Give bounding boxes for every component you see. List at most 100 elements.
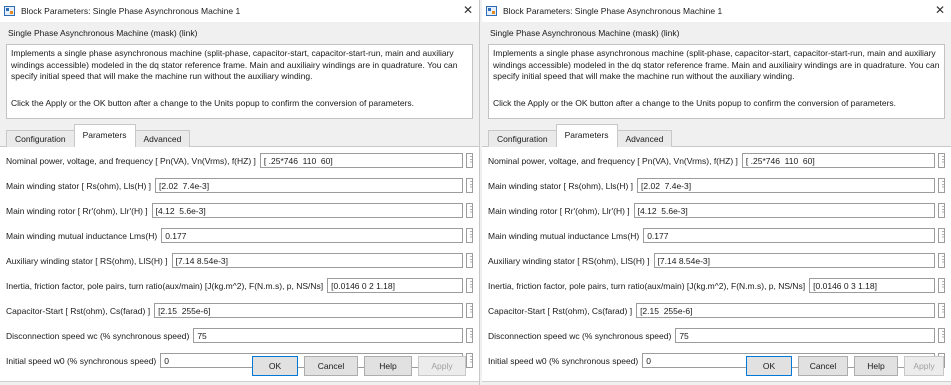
button-bar: OK Cancel Help Apply — [252, 356, 472, 376]
param-label: Inertia, friction factor, pole pairs, tu… — [6, 280, 324, 291]
window-title: Block Parameters: Single Phase Asynchron… — [21, 6, 241, 16]
more-options-icon[interactable]: ⋮ — [938, 278, 947, 293]
more-options-icon[interactable]: ⋮ — [466, 303, 475, 318]
more-options-icon[interactable]: ⋮ — [466, 178, 475, 193]
param-label: Capacitor-Start [ Rst(ohm), Cs(farad) ] — [488, 305, 633, 316]
units-note: Click the Apply or the OK button after a… — [11, 98, 415, 108]
more-options-icon[interactable]: ⋮ — [938, 328, 947, 343]
param-label: Main winding stator [ Rs(ohm), Lls(H) ] — [6, 180, 152, 191]
more-options-icon[interactable]: ⋮ — [938, 153, 947, 168]
mask-name: Single Phase Asynchronous Machine (mask)… — [8, 28, 198, 38]
simulink-block-icon — [4, 6, 15, 16]
param-row-nominal: Nominal power, voltage, and frequency [ … — [6, 152, 475, 169]
more-options-icon[interactable]: ⋮ — [466, 228, 475, 243]
capacitor-start-field[interactable] — [636, 303, 935, 318]
apply-button[interactable]: Apply — [904, 356, 944, 376]
param-label: Auxiliary winding stator [ RS(ohm), LlS(… — [488, 255, 650, 266]
param-label: Capacitor-Start [ Rst(ohm), Cs(farad) ] — [6, 305, 151, 316]
description-box: Implements a single phase asynchronous m… — [488, 44, 945, 119]
window-title: Block Parameters: Single Phase Asynchron… — [503, 6, 723, 16]
param-label: Nominal power, voltage, and frequency [ … — [6, 155, 256, 166]
main-stator-field[interactable] — [155, 178, 463, 193]
tab-parameters[interactable]: Parameters — [73, 124, 136, 147]
param-row-disconnection-speed: Disconnection speed wc (% synchronous sp… — [488, 327, 947, 344]
param-row-aux-stator: Auxiliary winding stator [ RS(ohm), LlS(… — [6, 252, 475, 269]
main-rotor-field[interactable] — [633, 203, 935, 218]
inertia-field[interactable] — [327, 278, 463, 293]
param-label: Main winding stator [ Rs(ohm), Lls(H) ] — [488, 180, 634, 191]
inertia-field[interactable] — [809, 278, 935, 293]
nominal-values-field[interactable] — [741, 153, 935, 168]
tab-bar: Configuration Parameters Advanced — [482, 124, 951, 147]
cancel-button[interactable]: Cancel — [798, 356, 848, 376]
block-parameters-dialog-2: Block Parameters: Single Phase Asynchron… — [482, 0, 951, 385]
param-row-capacitor-start: Capacitor-Start [ Rst(ohm), Cs(farad) ] … — [488, 302, 947, 319]
tab-configuration[interactable]: Configuration — [6, 130, 75, 147]
main-rotor-field[interactable] — [151, 203, 463, 218]
more-options-icon[interactable]: ⋮ — [466, 328, 475, 343]
param-row-mutual-inductance: Main winding mutual inductance Lms(H) ⋮ — [6, 227, 475, 244]
param-row-mutual-inductance: Main winding mutual inductance Lms(H) ⋮ — [488, 227, 947, 244]
param-label: Main winding rotor [ Rr'(ohm), Llr'(H) ] — [6, 205, 148, 216]
aux-stator-field[interactable] — [653, 253, 935, 268]
more-options-icon[interactable]: ⋮ — [466, 253, 475, 268]
disconnection-speed-field[interactable] — [675, 328, 935, 343]
param-row-main-rotor: Main winding rotor [ Rr'(ohm), Llr'(H) ]… — [6, 202, 475, 219]
param-row-main-stator: Main winding stator [ Rs(ohm), Lls(H) ] … — [488, 177, 947, 194]
description-text: Implements a single phase asynchronous m… — [493, 48, 940, 81]
disconnection-speed-field[interactable] — [193, 328, 463, 343]
ok-button[interactable]: OK — [252, 356, 298, 376]
param-label: Auxiliary winding stator [ RS(ohm), LlS(… — [6, 255, 168, 266]
tab-advanced[interactable]: Advanced — [616, 130, 673, 147]
cancel-button[interactable]: Cancel — [304, 356, 358, 376]
param-label: Disconnection speed wc (% synchronous sp… — [488, 330, 672, 341]
capacitor-start-field[interactable] — [154, 303, 463, 318]
param-row-aux-stator: Auxiliary winding stator [ RS(ohm), LlS(… — [488, 252, 947, 269]
main-stator-field[interactable] — [637, 178, 935, 193]
tab-parameters[interactable]: Parameters — [555, 124, 618, 147]
description-text: Implements a single phase asynchronous m… — [11, 48, 458, 81]
mutual-inductance-field[interactable] — [161, 228, 463, 243]
close-icon[interactable]: ✕ — [463, 4, 473, 16]
aux-stator-field[interactable] — [171, 253, 463, 268]
param-label: Disconnection speed wc (% synchronous sp… — [6, 330, 190, 341]
more-options-icon[interactable]: ⋮ — [938, 178, 947, 193]
mutual-inductance-field[interactable] — [643, 228, 935, 243]
param-label: Initial speed w0 (% synchronous speed) — [6, 355, 157, 366]
ok-button[interactable]: OK — [746, 356, 792, 376]
param-label: Main winding mutual inductance Lms(H) — [488, 230, 640, 241]
param-label: Main winding rotor [ Rr'(ohm), Llr'(H) ] — [488, 205, 630, 216]
param-label: Inertia, friction factor, pole pairs, tu… — [488, 280, 806, 291]
tab-advanced[interactable]: Advanced — [134, 130, 191, 147]
tab-bar: Configuration Parameters Advanced — [0, 124, 479, 147]
more-options-icon[interactable]: ⋮ — [938, 228, 947, 243]
button-bar: OK Cancel Help Apply — [746, 356, 950, 376]
more-options-icon[interactable]: ⋮ — [938, 253, 947, 268]
more-options-icon[interactable]: ⋮ — [938, 203, 947, 218]
nominal-values-field[interactable] — [259, 153, 463, 168]
simulink-block-icon — [486, 6, 497, 16]
title-bar: Block Parameters: Single Phase Asynchron… — [482, 0, 951, 22]
param-label: Main winding mutual inductance Lms(H) — [6, 230, 158, 241]
param-row-main-rotor: Main winding rotor [ Rr'(ohm), Llr'(H) ]… — [488, 202, 947, 219]
param-label: Initial speed w0 (% synchronous speed) — [488, 355, 639, 366]
param-label: Nominal power, voltage, and frequency [ … — [488, 155, 738, 166]
more-options-icon[interactable]: ⋮ — [938, 303, 947, 318]
description-box: Implements a single phase asynchronous m… — [6, 44, 473, 119]
param-row-nominal: Nominal power, voltage, and frequency [ … — [488, 152, 947, 169]
param-row-capacitor-start: Capacitor-Start [ Rst(ohm), Cs(farad) ] … — [6, 302, 475, 319]
more-options-icon[interactable]: ⋮ — [466, 278, 475, 293]
param-row-disconnection-speed: Disconnection speed wc (% synchronous sp… — [6, 327, 475, 344]
units-note: Click the Apply or the OK button after a… — [493, 98, 897, 108]
title-bar: Block Parameters: Single Phase Asynchron… — [0, 0, 479, 22]
parameters-panel: Nominal power, voltage, and frequency [ … — [482, 147, 951, 382]
help-button[interactable]: Help — [854, 356, 898, 376]
tab-configuration[interactable]: Configuration — [488, 130, 557, 147]
close-icon[interactable]: ✕ — [935, 4, 945, 16]
help-button[interactable]: Help — [364, 356, 412, 376]
more-options-icon[interactable]: ⋮ — [466, 203, 475, 218]
more-options-icon[interactable]: ⋮ — [466, 153, 475, 168]
parameters-panel: Nominal power, voltage, and frequency [ … — [0, 147, 479, 382]
param-row-inertia: Inertia, friction factor, pole pairs, tu… — [488, 277, 947, 294]
apply-button[interactable]: Apply — [418, 356, 466, 376]
